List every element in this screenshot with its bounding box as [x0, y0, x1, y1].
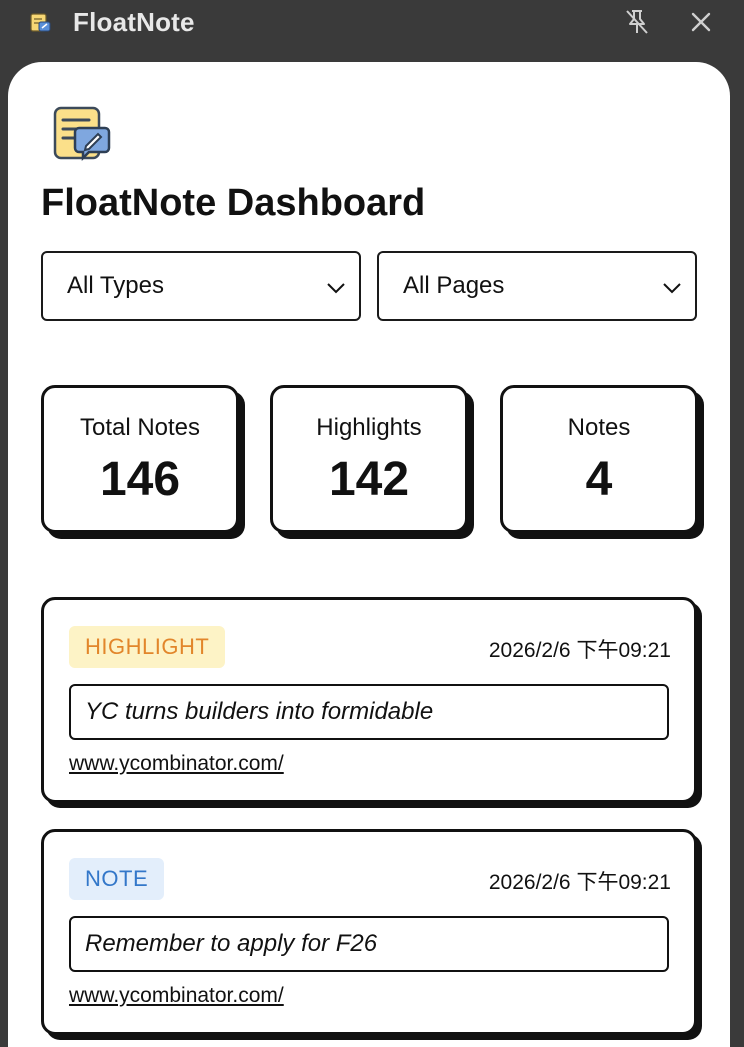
note-source-link[interactable]: www.ycombinator.com/ [69, 752, 284, 776]
window-title: FloatNote [73, 7, 195, 37]
note-source-link[interactable]: www.ycombinator.com/ [69, 984, 284, 1008]
floatnote-logo-icon [53, 106, 111, 164]
stat-label: Highlights [316, 414, 422, 441]
close-button[interactable] [684, 8, 718, 40]
chevron-down-icon [325, 277, 347, 299]
stat-card-total-notes: Total Notes 146 [41, 385, 239, 533]
page-filter-select[interactable]: All Pages [377, 251, 697, 321]
note-card[interactable]: NOTE 2026/2/6 下午09:21 Remember to apply … [41, 829, 697, 1035]
app-notepad-icon [30, 12, 52, 34]
stat-card-notes: Notes 4 [500, 385, 698, 533]
type-badge-highlight: HIGHLIGHT [69, 626, 226, 668]
close-icon [690, 11, 712, 38]
chevron-down-icon [661, 277, 683, 299]
stat-label: Notes [567, 414, 631, 441]
unpin-icon [624, 8, 650, 41]
type-filter-select[interactable]: All Types [41, 251, 361, 321]
note-timestamp: 2026/2/6 下午09:21 [488, 871, 671, 894]
page-title: FloatNote Dashboard [41, 182, 426, 224]
stat-label: Total Notes [79, 414, 201, 441]
page-filter-value: All Pages [403, 272, 505, 299]
stat-value: 142 [328, 453, 410, 506]
type-badge-note: NOTE [69, 858, 165, 900]
note-card[interactable]: HIGHLIGHT 2026/2/6 下午09:21 YC turns buil… [41, 597, 697, 803]
note-text: Remember to apply for F26 [69, 916, 669, 972]
note-timestamp: 2026/2/6 下午09:21 [488, 639, 671, 662]
type-filter-value: All Types [67, 272, 164, 299]
stat-value: 4 [585, 453, 613, 506]
stat-card-highlights: Highlights 142 [270, 385, 468, 533]
note-text: YC turns builders into formidable [69, 684, 669, 740]
stat-value: 146 [99, 453, 181, 506]
dashboard-panel: FloatNote Dashboard All Types All Pages … [8, 62, 730, 1047]
unpin-button[interactable] [620, 8, 654, 40]
title-bar: FloatNote [0, 0, 744, 48]
